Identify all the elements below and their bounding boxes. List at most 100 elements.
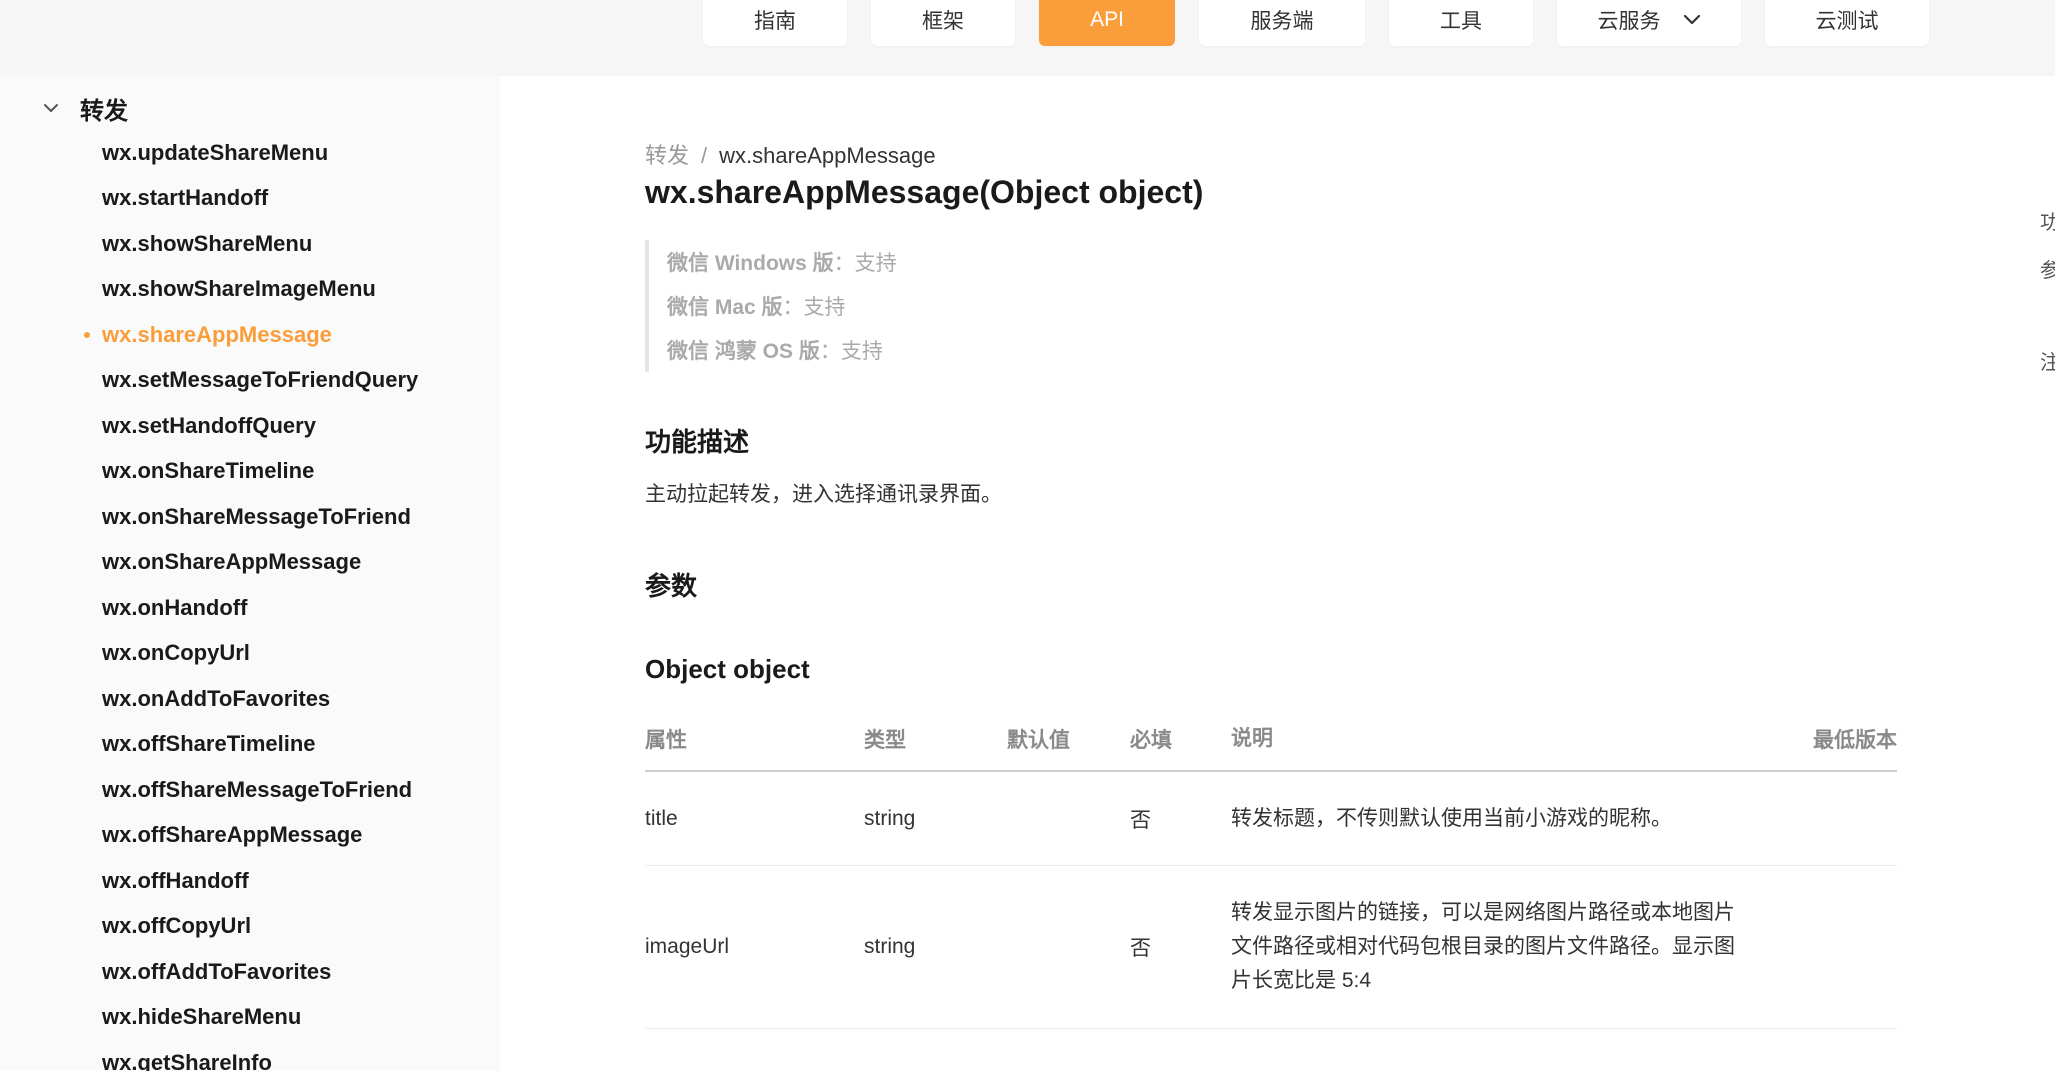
nav-tab-cloud-test[interactable]: 云测试 xyxy=(1765,0,1929,46)
active-dot xyxy=(84,331,90,338)
sidebar-item-active[interactable]: wx.shareAppMessage xyxy=(0,312,500,358)
nav-tab-cloud-service[interactable]: 云服务 xyxy=(1557,0,1741,46)
nav-tab-api[interactable]: API xyxy=(1039,0,1175,46)
sidebar-item-label: wx.startHandoff xyxy=(102,185,269,211)
nav-tab-guide[interactable]: 指南 xyxy=(703,0,847,46)
nav-tab-label: 云测试 xyxy=(1815,10,1879,33)
nav-tab-framework[interactable]: 框架 xyxy=(871,0,1015,46)
th-required: 必填 xyxy=(1130,729,1172,752)
support-platform: 微信 Mac 版 xyxy=(667,296,783,319)
th-desc: 说明 xyxy=(1231,727,1273,750)
chevron-down-icon[interactable] xyxy=(40,103,62,114)
sidebar-item[interactable]: wx.hideShareMenu xyxy=(0,995,500,1041)
support-platform: 微信 Windows 版 xyxy=(667,252,834,275)
sidebar-item-label: wx.offAddToFavorites xyxy=(102,958,332,984)
td-desc: 转发标题，不传则默认使用当前小游戏的昵称。 xyxy=(1231,806,1672,830)
sidebar-item-label: wx.hideShareMenu xyxy=(102,1004,302,1030)
sidebar-item[interactable]: wx.showShareImageMenu xyxy=(0,267,500,313)
sidebar-item[interactable]: wx.setHandoffQuery xyxy=(0,403,500,449)
sidebar-item[interactable]: wx.onShareAppMessage xyxy=(0,540,500,586)
sidebar-group-title: 转发 xyxy=(80,97,128,125)
td-desc: 转发显示图片的链接，可以是网络图片路径或本地图片文件路径或相对代码包根目录的图片… xyxy=(1231,901,1735,992)
th-type: 类型 xyxy=(864,729,906,752)
toc-link-params[interactable]: 参 xyxy=(2040,254,2055,283)
sidebar-item[interactable]: wx.setMessageToFriendQuery xyxy=(0,358,500,404)
sidebar-item[interactable]: wx.showShareMenu xyxy=(0,221,500,267)
support-status: ：支持 xyxy=(819,340,883,363)
sidebar-item-label: wx.offShareAppMessage xyxy=(102,822,363,848)
support-line-harmonyos: 微信 鸿蒙 OS 版：支持 xyxy=(667,328,897,372)
sidebar-item-label: wx.showShareMenu xyxy=(102,230,313,256)
function-description: 主动拉起转发，进入选择通讯录界面。 xyxy=(645,483,1002,506)
td-type: string xyxy=(864,806,916,830)
sidebar-item-label: wx.setHandoffQuery xyxy=(102,412,316,438)
sidebar-item[interactable]: wx.offHandoff xyxy=(0,858,500,904)
sidebar: 转发 wx.updateShareMenu wx.startHandoff wx… xyxy=(0,76,500,1071)
sidebar-item-label: wx.onShareAppMessage xyxy=(102,549,362,575)
support-line-windows: 微信 Windows 版：支持 xyxy=(667,240,897,284)
nav-tab-label: API xyxy=(1090,8,1124,31)
sidebar-item-label: wx.shareAppMessage xyxy=(102,321,332,347)
sidebar-item-label: wx.onCopyUrl xyxy=(102,640,250,666)
td-name: title xyxy=(645,806,678,830)
sidebar-list: wx.updateShareMenu wx.startHandoff wx.sh… xyxy=(0,130,500,1071)
sidebar-item[interactable]: wx.offShareMessageToFriend xyxy=(0,767,500,813)
th-version: 最低版本 xyxy=(1813,729,1897,752)
breadcrumb-parent-link[interactable]: 转发 xyxy=(645,143,689,168)
td-name: imageUrl xyxy=(645,935,730,958)
sidebar-item-label: wx.onShareMessageToFriend xyxy=(102,503,411,529)
td-required: 否 xyxy=(1130,808,1151,832)
th-name: 属性 xyxy=(645,729,687,752)
sidebar-item-label: wx.onAddToFavorites xyxy=(102,685,331,711)
sidebar-item[interactable]: wx.offShareAppMessage xyxy=(0,813,500,859)
sidebar-item[interactable]: wx.onCopyUrl xyxy=(0,631,500,677)
nav-tab-label: 指南 xyxy=(754,10,796,33)
nav-tab-tools[interactable]: 工具 xyxy=(1389,0,1533,46)
sidebar-item-label: wx.offCopyUrl xyxy=(102,913,252,939)
sidebar-item[interactable]: wx.getShareInfo xyxy=(0,1040,500,1071)
chevron-down-icon[interactable] xyxy=(1683,14,1701,26)
object-heading: Object object xyxy=(645,654,810,684)
td-required: 否 xyxy=(1130,937,1151,960)
sidebar-item[interactable]: wx.startHandoff xyxy=(0,176,500,222)
sidebar-item[interactable]: wx.updateShareMenu xyxy=(0,130,500,176)
sidebar-item-label: wx.onShareTimeline xyxy=(102,458,315,484)
sidebar-item-label: wx.offShareMessageToFriend xyxy=(102,776,413,802)
nav-tab-label: 云服务 xyxy=(1597,10,1661,33)
toc-link-notes[interactable]: 注 xyxy=(2040,346,2055,375)
sidebar-item-label: wx.onHandoff xyxy=(102,594,248,620)
breadcrumb: 转发 / wx.shareAppMessage xyxy=(645,138,936,170)
section-heading-params: 参数 xyxy=(645,571,698,601)
toc-link-function[interactable]: 功 xyxy=(2040,206,2055,235)
sidebar-item[interactable]: wx.offCopyUrl xyxy=(0,904,500,950)
sidebar-item[interactable]: wx.offAddToFavorites xyxy=(0,949,500,995)
page-title: wx.shareAppMessage(Object object) xyxy=(645,174,1204,210)
th-default: 默认值 xyxy=(1007,729,1070,752)
nav-tab-server[interactable]: 服务端 xyxy=(1199,0,1365,46)
support-status: ：支持 xyxy=(833,252,897,275)
sidebar-item-label: wx.showShareImageMenu xyxy=(102,276,376,302)
sidebar-item-label: wx.getShareInfo xyxy=(102,1049,272,1071)
sidebar-item-label: wx.updateShareMenu xyxy=(102,139,329,165)
sidebar-item[interactable]: wx.offShareTimeline xyxy=(0,722,500,768)
sidebar-item[interactable]: wx.onShareMessageToFriend xyxy=(0,494,500,540)
breadcrumb-current: wx.shareAppMessage xyxy=(719,143,936,168)
nav-tab-label: 框架 xyxy=(922,10,964,33)
support-line-mac: 微信 Mac 版：支持 xyxy=(667,284,897,328)
sidebar-item[interactable]: wx.onHandoff xyxy=(0,585,500,631)
td-type: string xyxy=(864,935,916,958)
top-nav-bar: 指南 框架 API 服务端 工具 云服务 云测试 xyxy=(0,0,2055,76)
sidebar-item[interactable]: wx.onShareTimeline xyxy=(0,449,500,495)
support-platform: 微信 鸿蒙 OS 版 xyxy=(667,340,820,363)
platform-support-box: 微信 Windows 版：支持 微信 Mac 版：支持 微信 鸿蒙 OS 版：支… xyxy=(645,240,897,372)
sidebar-item-label: wx.offShareTimeline xyxy=(102,731,316,757)
support-status: ：支持 xyxy=(782,296,846,319)
nav-tab-label: 服务端 xyxy=(1250,10,1314,33)
sidebar-group-share[interactable]: 转发 xyxy=(40,86,128,130)
breadcrumb-separator: / xyxy=(701,143,708,168)
sidebar-item[interactable]: wx.onAddToFavorites xyxy=(0,676,500,722)
sidebar-item-label: wx.setMessageToFriendQuery xyxy=(102,367,419,393)
section-heading-function: 功能描述 xyxy=(645,427,750,457)
table-row: imageUrl string 否 转发显示图片的链接，可以是网络图片路径或本地… xyxy=(645,866,1897,1029)
params-table: 属性 类型 默认值 必填 说明 最低版本 title string 否 转发标题… xyxy=(645,708,1897,1029)
